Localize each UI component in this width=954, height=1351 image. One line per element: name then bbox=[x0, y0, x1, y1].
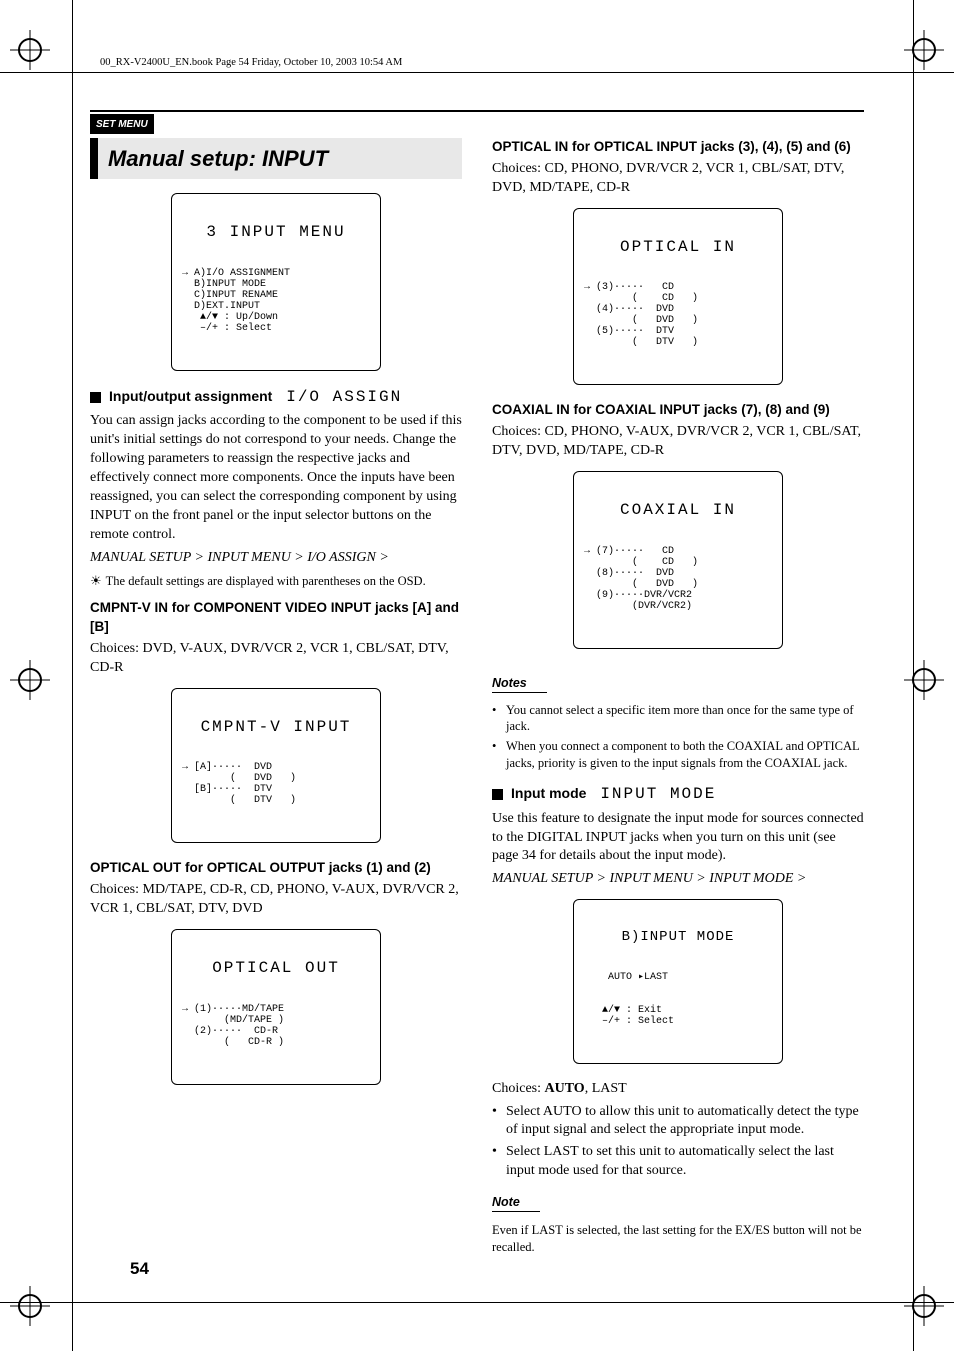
osd-title: B)INPUT MODE bbox=[584, 930, 772, 945]
input-mode-choices: Choices: AUTO, LAST bbox=[492, 1080, 864, 1099]
registration-mark-icon bbox=[10, 660, 50, 700]
io-assign-mono: I/O ASSIGN bbox=[286, 388, 402, 406]
registration-mark-icon bbox=[904, 660, 944, 700]
coaxial-in-heading: COAXIAL IN for COAXIAL INPUT jacks (7), … bbox=[492, 401, 864, 419]
osd-body: → [A]····· DVD ( DVD ) [B]····· DTV ( DT… bbox=[182, 762, 370, 806]
cmpnt-heading: CMPNT-V IN for COMPONENT VIDEO INPUT jac… bbox=[90, 599, 462, 635]
osd-title: OPTICAL OUT bbox=[182, 960, 370, 978]
registration-mark-icon bbox=[904, 1286, 944, 1326]
crop-line-top bbox=[0, 72, 954, 73]
optical-out-heading: OPTICAL OUT for OPTICAL OUTPUT jacks (1)… bbox=[90, 859, 462, 877]
page-title: Manual setup: INPUT bbox=[90, 138, 462, 180]
registration-mark-icon bbox=[10, 30, 50, 70]
osd-coaxial-in: COAXIAL IN → (7)····· CD ( CD ) (8)·····… bbox=[573, 471, 783, 649]
notes-label: Notes bbox=[492, 675, 547, 693]
note-text: Even if LAST is selected, the last setti… bbox=[492, 1222, 864, 1256]
note-item: When you connect a component to both the… bbox=[506, 738, 864, 772]
osd-title: COAXIAL IN bbox=[584, 502, 772, 520]
cmpnt-choices: Choices: DVD, V-AUX, DVR/VCR 2, VCR 1, C… bbox=[90, 640, 462, 678]
crop-line-bottom bbox=[0, 1302, 954, 1303]
io-assign-path: MANUAL SETUP > INPUT MENU > I/O ASSIGN > bbox=[90, 549, 462, 568]
osd-title: CMPNT-V INPUT bbox=[182, 719, 370, 737]
osd-optical-out: OPTICAL OUT → (1)·····MD/TAPE (MD/TAPE )… bbox=[171, 929, 381, 1085]
input-mode-mono: INPUT MODE bbox=[600, 785, 716, 803]
input-mode-bullets: Select AUTO to allow this unit to automa… bbox=[492, 1103, 864, 1182]
osd-body: → A)I/O ASSIGNMENT B)INPUT MODE C)INPUT … bbox=[182, 268, 370, 334]
optical-in-heading: OPTICAL IN for OPTICAL INPUT jacks (3), … bbox=[492, 138, 864, 156]
crop-line-left bbox=[72, 0, 73, 1351]
square-bullet-icon bbox=[492, 789, 503, 800]
right-column: OPTICAL IN for OPTICAL INPUT jacks (3), … bbox=[492, 138, 864, 1260]
input-mode-path: MANUAL SETUP > INPUT MENU > INPUT MODE > bbox=[492, 870, 864, 889]
io-assign-heading: Input/output assignment I/O ASSIGN bbox=[90, 387, 462, 409]
page-number: 54 bbox=[130, 1258, 149, 1281]
note-label: Note bbox=[492, 1194, 540, 1212]
input-mode-para: Use this feature to designate the input … bbox=[492, 810, 864, 867]
coaxial-in-choices: Choices: CD, PHONO, V-AUX, DVR/VCR 2, VC… bbox=[492, 423, 864, 461]
bullet-item: Select AUTO to allow this unit to automa… bbox=[506, 1103, 864, 1141]
input-mode-heading: Input mode INPUT MODE bbox=[492, 784, 864, 806]
square-bullet-icon bbox=[90, 392, 101, 403]
left-column: Manual setup: INPUT 3 INPUT MENU → A)I/O… bbox=[90, 138, 462, 1260]
header-meta: 00_RX-V2400U_EN.book Page 54 Friday, Oct… bbox=[100, 56, 402, 70]
registration-mark-icon bbox=[10, 1286, 50, 1326]
osd-body: → (3)····· CD ( CD ) (4)····· DVD ( DVD … bbox=[584, 282, 772, 348]
osd-body: → (7)····· CD ( CD ) (8)····· DVD ( DVD … bbox=[584, 546, 772, 612]
osd-cmpnt: CMPNT-V INPUT → [A]····· DVD ( DVD ) [B]… bbox=[171, 688, 381, 844]
bullet-item: Select LAST to set this unit to automati… bbox=[506, 1143, 864, 1181]
osd-body: → (1)·····MD/TAPE (MD/TAPE ) (2)····· CD… bbox=[182, 1004, 370, 1048]
note-item: You cannot select a specific item more t… bbox=[506, 702, 864, 736]
osd-body: AUTO ▸LAST ▲/▼ : Exit –/+ : Select bbox=[584, 972, 772, 1027]
osd-title: OPTICAL IN bbox=[584, 239, 772, 257]
optical-out-choices: Choices: MD/TAPE, CD-R, CD, PHONO, V-AUX… bbox=[90, 881, 462, 919]
io-assign-tip: The default settings are displayed with … bbox=[90, 572, 462, 590]
osd-input-menu: 3 INPUT MENU → A)I/O ASSIGNMENT B)INPUT … bbox=[171, 193, 381, 371]
section-bar: SET MENU bbox=[90, 114, 154, 134]
osd-optical-in: OPTICAL IN → (3)····· CD ( CD ) (4)·····… bbox=[573, 208, 783, 386]
optical-in-choices: Choices: CD, PHONO, DVR/VCR 2, VCR 1, CB… bbox=[492, 160, 864, 198]
osd-input-mode: B)INPUT MODE AUTO ▸LAST ▲/▼ : Exit –/+ :… bbox=[573, 899, 783, 1063]
registration-mark-icon bbox=[904, 30, 944, 70]
section-rule bbox=[90, 110, 864, 112]
io-assign-para: You can assign jacks according to the co… bbox=[90, 412, 462, 544]
osd-title: 3 INPUT MENU bbox=[182, 224, 370, 242]
notes-list: You cannot select a specific item more t… bbox=[492, 702, 864, 773]
